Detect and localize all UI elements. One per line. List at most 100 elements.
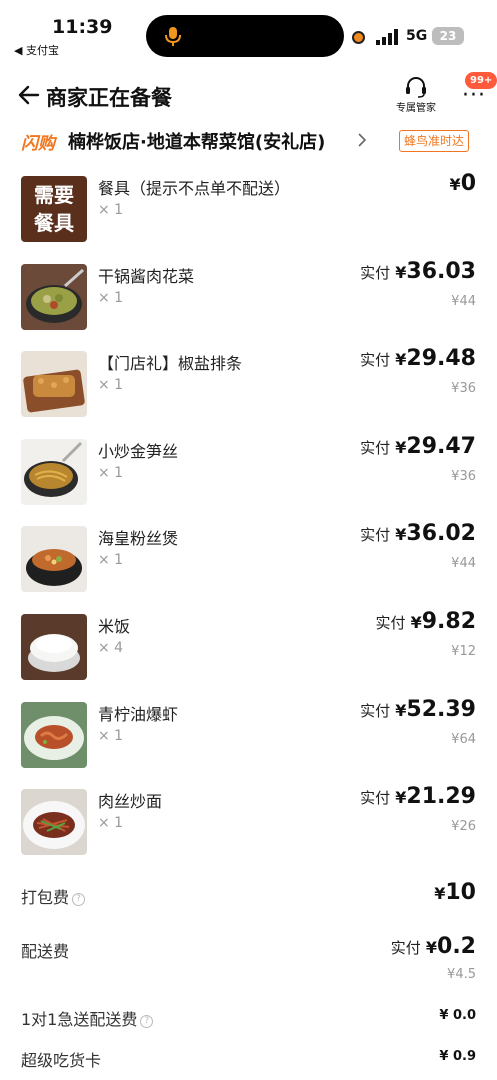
back-arrow-icon[interactable] bbox=[18, 84, 40, 106]
currency-symbol: ¥ bbox=[449, 175, 461, 194]
dynamic-island bbox=[146, 15, 344, 57]
message-count-badge: 99+ bbox=[465, 72, 497, 89]
list-item: 肉丝炒面 × 1 实付 ¥21.29 ¥26 bbox=[0, 784, 497, 876]
headset-icon bbox=[406, 77, 426, 98]
packing-fee-value: 10 bbox=[445, 880, 476, 905]
delivery-original-price: ¥4.5 bbox=[447, 967, 476, 982]
currency-symbol: ¥ bbox=[410, 612, 422, 632]
item-name: 小炒金笋丝 bbox=[98, 441, 179, 461]
paid-amount: 29.48 bbox=[406, 346, 476, 372]
item-price: 实付 ¥36.03 bbox=[360, 259, 476, 284]
paid-amount: 29.47 bbox=[406, 433, 476, 459]
dish-image bbox=[21, 789, 87, 856]
list-item: 小炒金笋丝 × 1 实付 ¥29.47 ¥36 bbox=[0, 434, 497, 526]
status-time: 11:39 bbox=[52, 16, 113, 38]
currency-symbol: ¥ bbox=[395, 437, 407, 457]
paid-label: 实付 bbox=[360, 701, 391, 720]
item-price: 实付 ¥9.82 bbox=[375, 609, 476, 634]
currency-symbol: ¥ bbox=[395, 350, 407, 370]
dish-image bbox=[21, 613, 87, 680]
item-quantity: × 1 bbox=[98, 202, 124, 218]
item-quantity: × 1 bbox=[98, 289, 124, 306]
page-title: 商家正在备餐 bbox=[46, 86, 172, 110]
paid-label: 实付 bbox=[390, 939, 421, 957]
status-bar: 11:39 ◀ 支付宝 5G 23 bbox=[0, 0, 497, 62]
item-quantity: × 1 bbox=[98, 377, 124, 394]
dish-image bbox=[21, 263, 87, 330]
list-item: 海皇粉丝煲 × 1 实付 ¥36.02 ¥44 bbox=[0, 521, 497, 613]
dish-image bbox=[21, 438, 87, 505]
more-menu-button[interactable]: ··· bbox=[459, 83, 487, 108]
original-price: ¥44 bbox=[451, 293, 476, 309]
list-item: 青柠油爆虾 × 1 实付 ¥52.39 ¥64 bbox=[0, 697, 497, 789]
item-quantity: × 1 bbox=[98, 464, 124, 481]
delivery-fee-label: 配送费 bbox=[21, 942, 70, 961]
packing-fee-text: 打包费 bbox=[21, 888, 70, 907]
recording-indicator-icon bbox=[352, 31, 365, 44]
paid-label: 实付 bbox=[375, 613, 406, 632]
paid-label: 实付 bbox=[360, 438, 391, 457]
store-name[interactable]: 楠桦饭店·地道本帮菜馆(安礼店) bbox=[68, 128, 325, 154]
currency-symbol: ¥ bbox=[395, 700, 407, 720]
original-price: ¥64 bbox=[451, 731, 476, 747]
item-quantity: × 1 bbox=[98, 815, 124, 832]
item-name: 【门店礼】椒盐排条 bbox=[98, 354, 243, 374]
more-dots-icon: ··· bbox=[462, 83, 486, 108]
packing-fee-label: 打包费? bbox=[21, 884, 86, 908]
item-price: 实付 ¥52.39 bbox=[360, 697, 476, 722]
express-fee-label: 1对1急送配送费? bbox=[21, 1006, 154, 1030]
item-name: 海皇粉丝煲 bbox=[98, 529, 179, 549]
original-price: ¥12 bbox=[451, 643, 476, 659]
store-row[interactable]: 闪购 楠桦饭店·地道本帮菜馆(安礼店) 蜂鸟准时达 bbox=[0, 126, 497, 156]
chevron-right-icon[interactable] bbox=[356, 132, 368, 148]
paid-amount: 0 bbox=[460, 171, 476, 196]
paid-amount: 36.03 bbox=[406, 258, 476, 284]
paid-amount: 36.02 bbox=[406, 521, 476, 547]
steward-label: 专属管家 bbox=[396, 103, 436, 114]
paid-label: 实付 bbox=[360, 789, 391, 808]
network-type: 5G bbox=[406, 28, 428, 44]
item-price: ¥0 bbox=[450, 171, 476, 196]
original-price: ¥36 bbox=[451, 381, 476, 397]
list-item: 米饭 × 4 实付 ¥9.82 ¥12 bbox=[0, 609, 497, 701]
currency-symbol: ¥ bbox=[434, 884, 446, 903]
currency-symbol: ¥ bbox=[395, 262, 407, 282]
on-time-delivery-tag: 蜂鸟准时达 bbox=[399, 130, 470, 152]
help-icon[interactable]: ? bbox=[72, 893, 86, 906]
item-name: 干锅酱肉花菜 bbox=[98, 266, 195, 286]
list-item: 干锅酱肉花菜 × 1 实付 ¥36.03 ¥44 bbox=[0, 259, 497, 351]
express-fee-value: ¥ 0.0 bbox=[439, 1008, 476, 1023]
item-name: 米饭 bbox=[98, 616, 131, 636]
signal-icon bbox=[376, 29, 398, 45]
item-name: 肉丝炒面 bbox=[98, 792, 163, 812]
battery-icon: 23 bbox=[432, 27, 464, 45]
currency-symbol: ¥ bbox=[425, 938, 438, 957]
dish-image bbox=[21, 526, 87, 593]
foodie-card-label: 超级吃货卡 bbox=[21, 1051, 102, 1070]
original-price: ¥26 bbox=[451, 819, 476, 835]
paid-label: 实付 bbox=[360, 351, 391, 370]
original-price: ¥36 bbox=[451, 468, 476, 484]
paid-amount: 21.29 bbox=[406, 784, 476, 810]
item-price: 实付 ¥29.47 bbox=[360, 434, 476, 459]
utensils-image: 需要 餐具 bbox=[21, 176, 87, 242]
original-price: ¥44 bbox=[451, 556, 476, 572]
delivery-fee-price: 实付 ¥0.2 bbox=[391, 934, 476, 959]
paid-label: 实付 bbox=[360, 263, 391, 282]
foodie-card-value: ¥ 0.9 bbox=[439, 1049, 476, 1064]
packing-fee-price: ¥10 bbox=[434, 880, 476, 905]
steward-button[interactable]: 专属管家 bbox=[394, 76, 438, 114]
item-price: 实付 ¥36.02 bbox=[360, 521, 476, 546]
currency-symbol: ¥ bbox=[395, 788, 407, 808]
dish-image bbox=[21, 351, 87, 418]
help-icon[interactable]: ? bbox=[140, 1015, 154, 1028]
item-quantity: × 1 bbox=[98, 727, 124, 744]
back-to-alipay-link[interactable]: ◀ 支付宝 bbox=[14, 42, 59, 58]
currency-symbol: ¥ bbox=[395, 525, 407, 545]
page-header: 商家正在备餐 专属管家 ··· 99+ bbox=[0, 72, 497, 122]
item-name: 青柠油爆虾 bbox=[98, 704, 179, 724]
paid-amount: 52.39 bbox=[406, 696, 476, 722]
item-quantity: × 1 bbox=[98, 552, 124, 569]
microphone-icon bbox=[165, 27, 181, 46]
dish-image bbox=[21, 701, 87, 768]
